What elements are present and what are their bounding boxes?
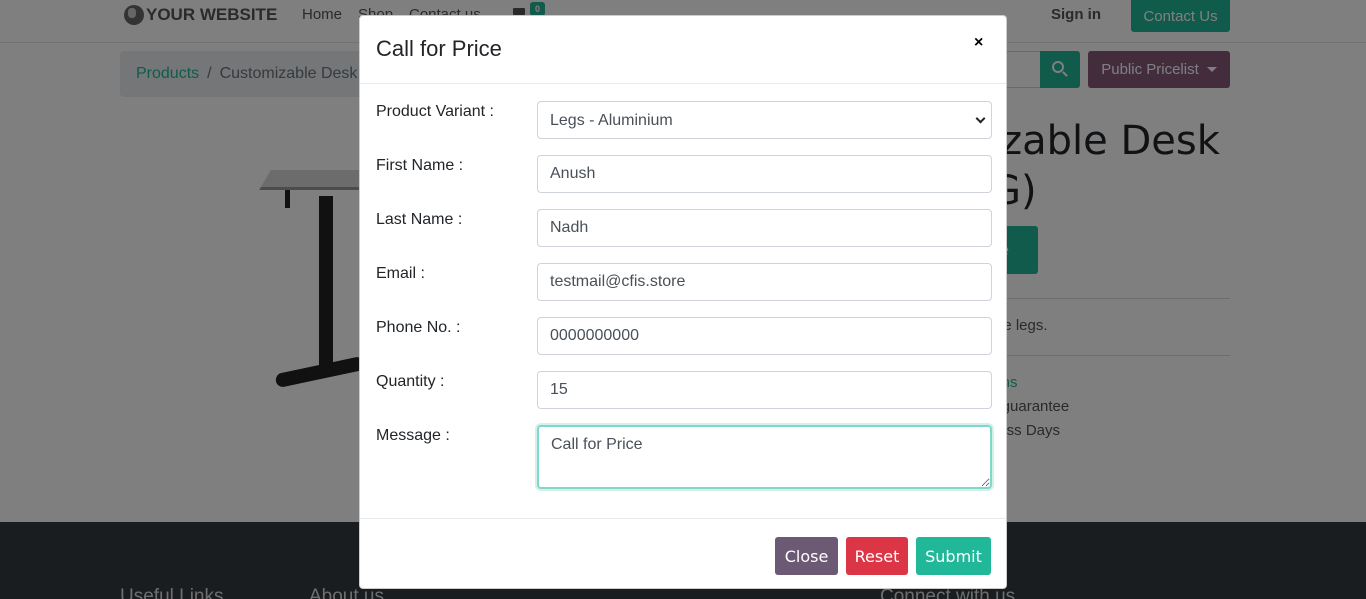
product-variant-select-wrapper: Legs - Aluminium [537, 101, 992, 139]
modal-header: Call for Price × [360, 16, 1006, 84]
close-button[interactable]: Close [775, 537, 838, 575]
email-label: Email : [376, 265, 425, 282]
row-last-name: Last Name : [360, 209, 1006, 249]
row-message: Message : Call for Price [360, 425, 1006, 489]
row-quantity: Quantity : [360, 371, 1006, 411]
email-field[interactable] [537, 263, 992, 301]
quantity-label: Quantity : [376, 373, 445, 390]
close-icon[interactable]: × [974, 34, 983, 52]
row-first-name: First Name : [360, 155, 1006, 195]
row-phone: Phone No. : [360, 317, 1006, 357]
product-variant-select[interactable]: Legs - Aluminium [537, 101, 992, 139]
row-product-variant: Product Variant : Legs - Aluminium [360, 101, 1006, 141]
modal-footer: Close Reset Submit [360, 518, 1006, 589]
last-name-label: Last Name : [376, 211, 463, 228]
quantity-field[interactable] [537, 371, 992, 409]
message-field[interactable]: Call for Price [537, 425, 992, 489]
reset-button[interactable]: Reset [846, 537, 908, 575]
product-variant-label: Product Variant : [376, 103, 494, 120]
message-label: Message : [376, 427, 450, 444]
call-for-price-modal: Call for Price × Product Variant : Legs … [359, 15, 1007, 589]
submit-button[interactable]: Submit [916, 537, 991, 575]
row-email: Email : [360, 263, 1006, 303]
phone-field[interactable] [537, 317, 992, 355]
first-name-field[interactable] [537, 155, 992, 193]
phone-label: Phone No. : [376, 319, 461, 336]
last-name-field[interactable] [537, 209, 992, 247]
modal-title: Call for Price [376, 36, 502, 61]
first-name-label: First Name : [376, 157, 464, 174]
